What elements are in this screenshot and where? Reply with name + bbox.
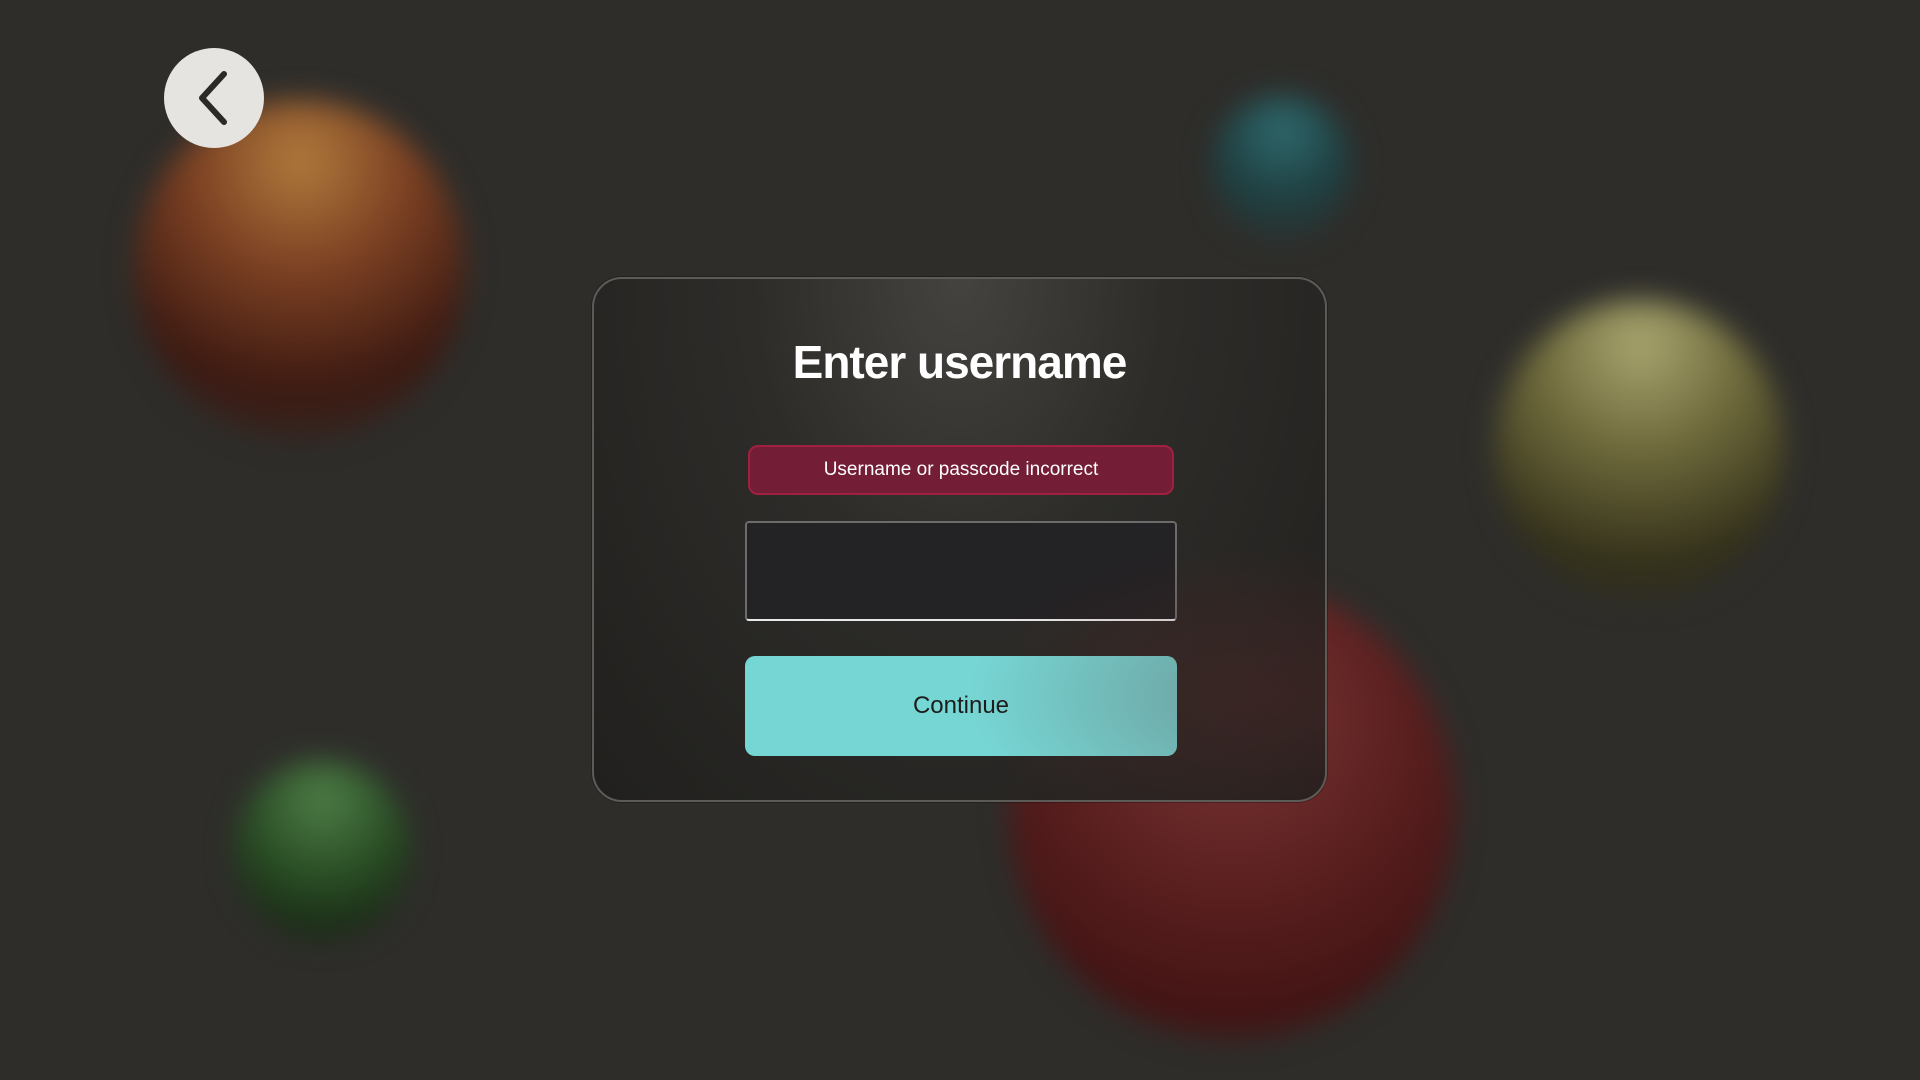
chevron-left-icon bbox=[194, 68, 234, 128]
back-button[interactable] bbox=[164, 48, 264, 148]
login-screen: Enter username Username or passcode inco… bbox=[0, 0, 1920, 1080]
dialog-title: Enter username bbox=[792, 336, 1128, 388]
error-banner: Username or passcode incorrect bbox=[748, 445, 1174, 495]
decorative-orb-teal bbox=[1212, 95, 1352, 240]
decorative-orb-orange bbox=[135, 100, 465, 440]
username-input[interactable] bbox=[745, 521, 1177, 621]
error-message: Username or passcode incorrect bbox=[823, 459, 1099, 480]
username-dialog: Enter username Username or passcode inco… bbox=[592, 277, 1327, 802]
decorative-orb-olive bbox=[1495, 300, 1785, 600]
decorative-orb-green bbox=[235, 760, 410, 940]
continue-button[interactable]: Continue bbox=[745, 656, 1177, 756]
